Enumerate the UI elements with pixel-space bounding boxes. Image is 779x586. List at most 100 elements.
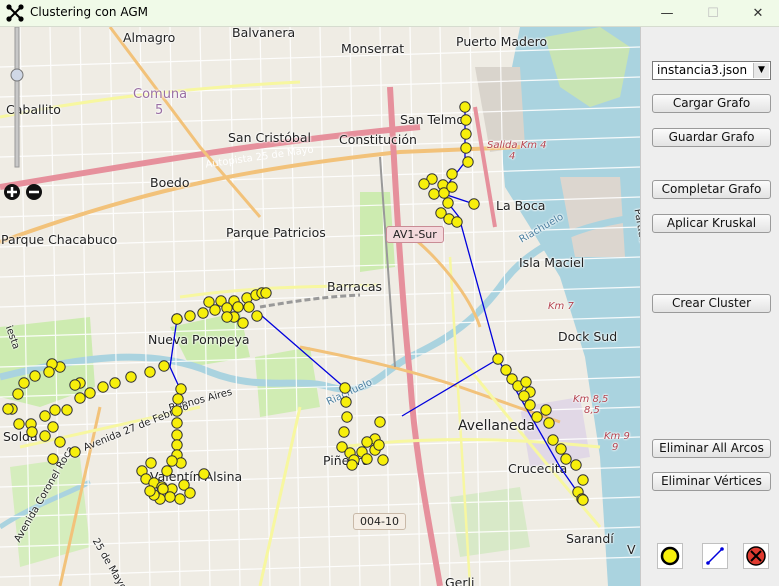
graph-vertex[interactable]	[13, 418, 25, 430]
graph-vertex[interactable]	[171, 405, 183, 417]
graph-vertex[interactable]	[373, 439, 385, 451]
graph-vertex[interactable]	[531, 411, 543, 423]
graph-vertex[interactable]	[339, 382, 351, 394]
graph-vertex[interactable]	[43, 366, 55, 378]
graph-vertex[interactable]	[158, 360, 170, 372]
graph-vertex[interactable]	[26, 426, 38, 438]
graph-vertex[interactable]	[338, 426, 350, 438]
map-view[interactable]: Almagro Balvanera Puerto Madero Monserra…	[0, 27, 640, 586]
file-select[interactable]: instancia3.json ▼	[652, 61, 771, 80]
graph-vertex[interactable]	[418, 178, 430, 190]
graph-vertex[interactable]	[74, 392, 86, 404]
graph-vertex[interactable]	[174, 493, 186, 505]
graph-vertex[interactable]	[442, 197, 454, 209]
graph-vertex[interactable]	[555, 443, 567, 455]
graph-vertex[interactable]	[47, 453, 59, 465]
graph-vertex[interactable]	[428, 188, 440, 200]
graph-vertex[interactable]	[560, 453, 572, 465]
vertex-tool-button[interactable]	[657, 543, 683, 569]
close-button[interactable]: ✕	[735, 0, 779, 27]
graph-vertex[interactable]	[341, 411, 353, 423]
graph-vertex[interactable]	[237, 317, 249, 329]
graph-vertex[interactable]	[346, 459, 358, 471]
graph-vertex[interactable]	[377, 454, 389, 466]
graph-vertex[interactable]	[54, 436, 66, 448]
graph-edge[interactable]	[169, 318, 178, 368]
graph-vertex[interactable]	[460, 128, 472, 140]
graph-vertex[interactable]	[543, 417, 555, 429]
graph-vertex[interactable]	[166, 455, 178, 467]
graph-vertex[interactable]	[97, 381, 109, 393]
graph-vertex[interactable]	[361, 453, 373, 465]
graph-vertex[interactable]	[577, 474, 589, 486]
graph-vertex[interactable]	[518, 390, 530, 402]
delete-tool-button[interactable]	[743, 543, 769, 569]
graph-edge[interactable]	[458, 216, 499, 360]
graph-vertex[interactable]	[459, 101, 471, 113]
graph-vertex[interactable]	[69, 379, 81, 391]
apply-kruskal-button[interactable]: Aplicar Kruskal	[652, 214, 771, 233]
graph-edge[interactable]	[261, 315, 346, 389]
load-graph-button[interactable]: Cargar Grafo	[652, 94, 771, 113]
graph-vertex[interactable]	[109, 377, 121, 389]
graph-vertex[interactable]	[157, 483, 169, 495]
graph-vertex[interactable]	[260, 287, 272, 299]
graph-vertex[interactable]	[144, 366, 156, 378]
graph-vertex[interactable]	[125, 371, 137, 383]
graph-vertex[interactable]	[524, 399, 536, 411]
graph-vertex[interactable]	[184, 310, 196, 322]
graph-vertex[interactable]	[243, 301, 255, 313]
graph-vertex[interactable]	[171, 417, 183, 429]
delete-vertices-button[interactable]: Eliminar Vértices	[652, 472, 771, 491]
graph-vertex[interactable]	[547, 434, 559, 446]
graph-vertex[interactable]	[29, 370, 41, 382]
save-graph-button[interactable]: Guardar Grafo	[652, 128, 771, 147]
graph-vertex[interactable]	[49, 404, 61, 416]
graph-vertex[interactable]	[198, 468, 210, 480]
graph-vertex[interactable]	[197, 307, 209, 319]
graph-vertex[interactable]	[221, 311, 233, 323]
graph-vertex[interactable]	[460, 142, 472, 154]
graph-vertex[interactable]	[69, 446, 81, 458]
graph-vertex[interactable]	[145, 457, 157, 469]
graph-vertex[interactable]	[175, 383, 187, 395]
graph-overlay[interactable]	[0, 27, 640, 586]
graph-vertex[interactable]	[460, 114, 472, 126]
graph-vertex[interactable]	[39, 410, 51, 422]
graph-vertex[interactable]	[232, 301, 244, 313]
graph-vertex[interactable]	[540, 404, 552, 416]
graph-vertex[interactable]	[577, 494, 589, 506]
graph-vertex[interactable]	[374, 416, 386, 428]
graph-vertex[interactable]	[500, 364, 512, 376]
graph-vertex[interactable]	[12, 388, 24, 400]
graph-vertex[interactable]	[161, 465, 173, 477]
graph-vertex[interactable]	[144, 485, 156, 497]
graph-vertex[interactable]	[171, 313, 183, 325]
graph-vertex[interactable]	[340, 396, 352, 408]
graph-vertex[interactable]	[446, 168, 458, 180]
edge-tool-button[interactable]	[702, 543, 728, 569]
minimize-button[interactable]: —	[644, 0, 690, 27]
chevron-down-icon[interactable]: ▼	[753, 63, 769, 78]
graph-vertex[interactable]	[451, 216, 463, 228]
graph-edge[interactable]	[401, 358, 499, 417]
graph-vertex[interactable]	[84, 387, 96, 399]
graph-vertex[interactable]	[570, 459, 582, 471]
graph-vertex[interactable]	[171, 429, 183, 441]
graph-vertex[interactable]	[361, 436, 373, 448]
graph-vertex[interactable]	[492, 353, 504, 365]
create-cluster-button[interactable]: Crear Cluster	[652, 294, 771, 313]
graph-vertex[interactable]	[18, 377, 30, 389]
graph-vertex[interactable]	[468, 198, 480, 210]
graph-vertex[interactable]	[47, 421, 59, 433]
graph-vertex[interactable]	[209, 304, 221, 316]
maximize-button[interactable]: ☐	[690, 0, 736, 27]
graph-vertex[interactable]	[39, 430, 51, 442]
graph-vertex[interactable]	[520, 376, 532, 388]
complete-graph-button[interactable]: Completar Grafo	[652, 180, 771, 199]
graph-vertex[interactable]	[184, 487, 196, 499]
graph-vertex[interactable]	[251, 310, 263, 322]
graph-vertex[interactable]	[2, 403, 14, 415]
graph-vertex[interactable]	[172, 393, 184, 405]
graph-vertex[interactable]	[446, 181, 458, 193]
